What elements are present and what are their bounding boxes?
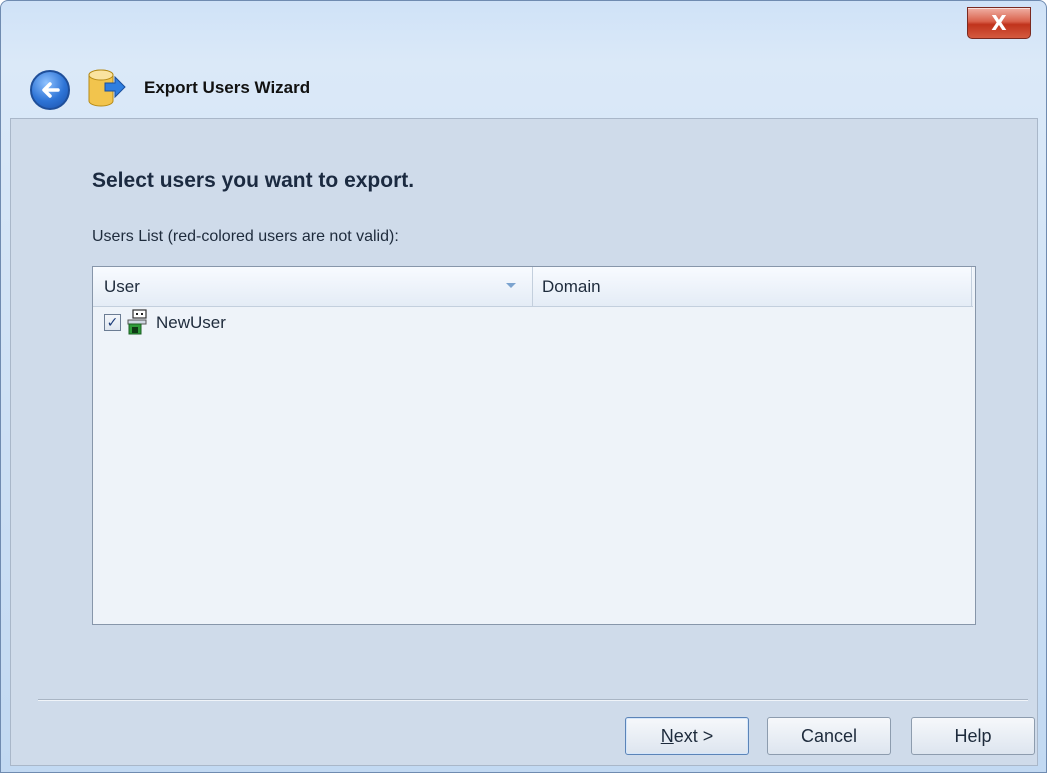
close-button[interactable]: X (967, 7, 1031, 39)
cancel-button-label: Cancel (800, 725, 858, 746)
user-checkbox[interactable]: ✓ (104, 314, 121, 331)
list-item[interactable]: ✓ NewUser (93, 309, 973, 337)
next-button[interactable]: Next > (625, 717, 749, 755)
users-list-label: Users List (red-colored users are not va… (92, 228, 399, 245)
users-list-header: User Domain (93, 267, 973, 307)
help-button[interactable]: Help (911, 717, 1035, 755)
close-icon: X (991, 11, 1007, 35)
page-heading: Select users you want to export. (92, 169, 415, 192)
column-header-user-label: User (104, 276, 140, 296)
back-arrow-icon (42, 82, 60, 98)
next-button-label: Next > (660, 725, 714, 746)
column-header-domain-label: Domain (542, 276, 601, 296)
help-button-label: Help (954, 725, 992, 746)
column-header-domain[interactable]: Domain (533, 267, 972, 306)
users-list[interactable]: User Domain ✓ NewUser (92, 266, 976, 625)
wizard-window: X Export Users Wizard Select users you w… (0, 0, 1047, 773)
sort-arrow-icon (506, 283, 516, 288)
wizard-content-panel: Select users you want to export. Users L… (10, 118, 1038, 766)
computer-user-icon (127, 309, 149, 335)
user-name: NewUser (156, 313, 226, 332)
column-header-user[interactable]: User (93, 267, 533, 306)
cancel-button[interactable]: Cancel (767, 717, 891, 755)
checkmark-icon: ✓ (106, 314, 119, 331)
footer-divider (38, 699, 1028, 701)
wizard-title: Export Users Wizard (144, 78, 311, 97)
database-export-icon (87, 67, 127, 111)
back-button[interactable] (30, 70, 70, 110)
